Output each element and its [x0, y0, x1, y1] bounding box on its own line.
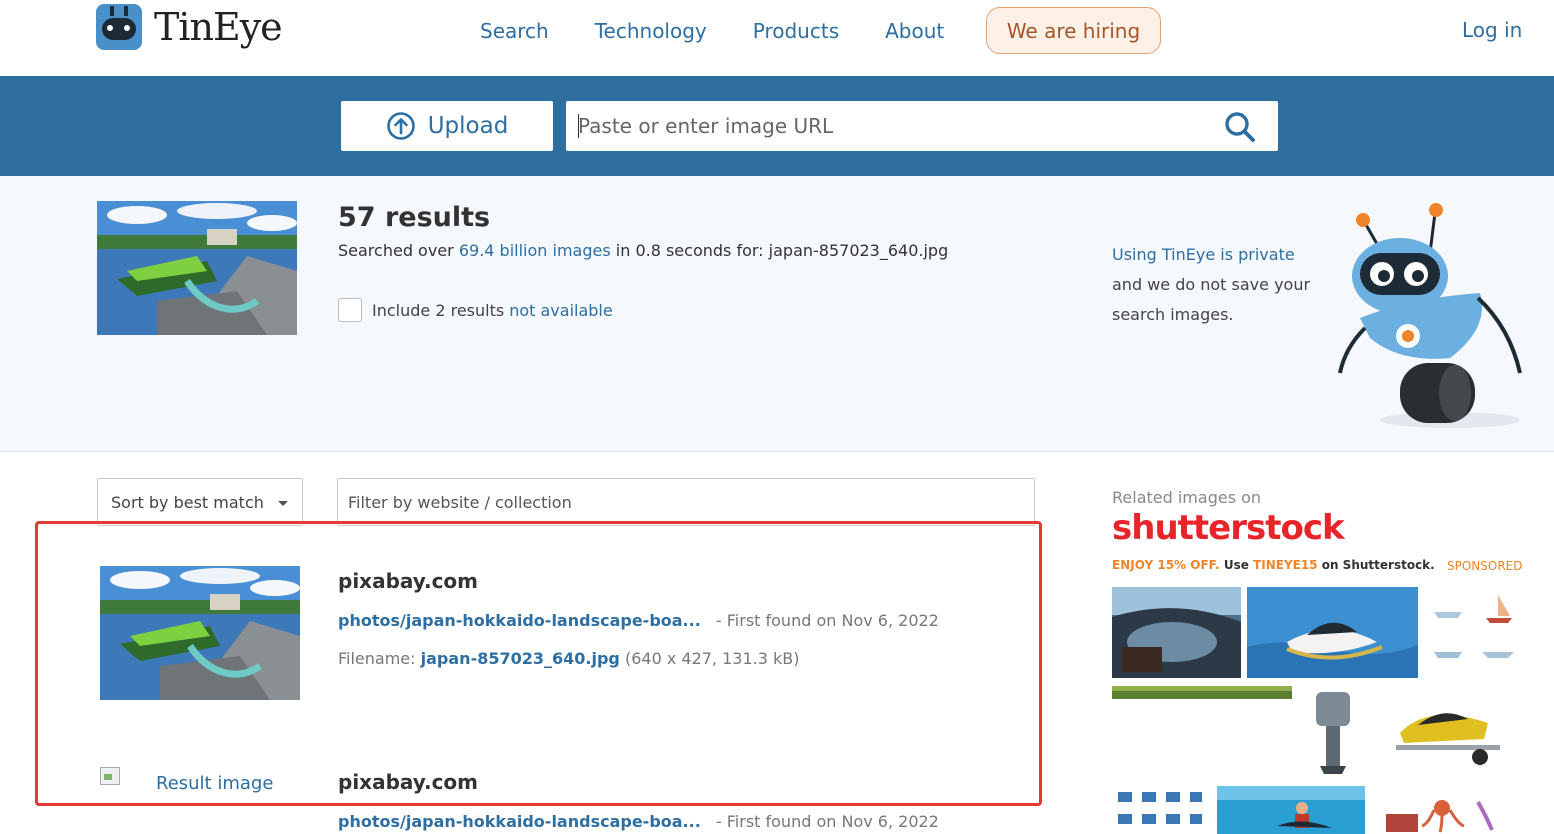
jet-ski-trailer-image — [1388, 693, 1504, 769]
search-icon[interactable] — [1224, 111, 1256, 143]
result-url-line: photos/japan-hokkaido-landscape-boa... -… — [338, 611, 939, 630]
main-nav: Search Technology Products About — [480, 18, 990, 44]
nav-technology[interactable]: Technology — [595, 18, 707, 44]
sponsored-image[interactable] — [1112, 685, 1292, 699]
marine-life-image — [1382, 796, 1504, 834]
robot-logo-icon — [96, 4, 142, 50]
result-domain[interactable]: pixabay.com — [338, 770, 478, 794]
related-images-label: Related images on — [1112, 488, 1262, 507]
sponsored-image[interactable] — [1247, 587, 1418, 678]
result-url-line: photos/japan-hokkaido-landscape-boa... -… — [338, 812, 939, 831]
result-item: Result image pixabay.com photos/japan-ho… — [100, 767, 1040, 834]
boat-dock-thumbnail — [100, 566, 300, 700]
sponsored-image[interactable] — [1428, 590, 1522, 668]
tineye-logo[interactable]: TinEye — [96, 4, 283, 50]
brand-name: TinEye — [154, 5, 283, 49]
result-image-alt: Result image — [156, 773, 274, 794]
shoreline-image — [1112, 686, 1292, 699]
query-filename: japan-857023_640.jpg — [768, 241, 949, 260]
image-url-input[interactable] — [578, 101, 1218, 151]
privacy-notice: Using TinEye is private and we do not sa… — [1112, 240, 1322, 330]
hiring-button[interactable]: We are hiring — [986, 7, 1161, 54]
privacy-link[interactable]: Using TinEye is private — [1112, 240, 1322, 270]
include-unavailable-checkbox[interactable] — [338, 298, 362, 322]
boat-dock-thumbnail — [97, 201, 297, 335]
outboard-motor-image — [1306, 688, 1358, 776]
sponsored-image[interactable] — [1388, 693, 1504, 769]
shutterstock-logo[interactable]: shutterstock — [1112, 508, 1345, 548]
top-navigation-bar: TinEye Search Technology Products About … — [0, 0, 1554, 76]
searched-info: Searched over 69.4 billion images in 0.8… — [338, 241, 949, 260]
robot-mascot-icon — [1338, 203, 1522, 428]
file-meta: (640 x 427, 131.3 kB) — [624, 649, 800, 668]
upload-button[interactable]: Upload — [341, 101, 553, 151]
billion-images-link[interactable]: 69.4 billion images — [459, 241, 611, 260]
nav-products[interactable]: Products — [753, 18, 839, 44]
chevron-down-icon — [278, 501, 288, 506]
result-path-link[interactable]: photos/japan-hokkaido-landscape-boa... — [338, 611, 701, 630]
sponsored-image[interactable] — [1217, 786, 1365, 834]
search-summary: 57 results Searched over 69.4 billion im… — [0, 176, 1554, 452]
login-link[interactable]: Log in — [1462, 18, 1522, 42]
broken-image-icon — [100, 767, 120, 785]
result-filename-line: Filename: japan-857023_640.jpg (640 x 42… — [338, 649, 800, 668]
query-image[interactable] — [97, 201, 297, 335]
result-domain[interactable]: pixabay.com — [338, 569, 478, 593]
sponsored-image[interactable] — [1306, 688, 1358, 776]
result-item: pixabay.com photos/japan-hokkaido-landsc… — [100, 566, 1040, 736]
promo-text: ENJOY 15% OFF. Use TINEYE15 on Shutterst… — [1112, 558, 1435, 572]
nav-about[interactable]: About — [885, 18, 944, 44]
sponsored-image[interactable] — [1112, 788, 1206, 834]
nav-search[interactable]: Search — [480, 18, 549, 44]
results-count: 57 results — [338, 202, 491, 233]
first-found-date: - First found on Nov 6, 2022 — [715, 611, 939, 630]
sort-dropdown[interactable]: Sort by best match — [97, 478, 303, 526]
sponsored-image[interactable] — [1382, 796, 1504, 834]
include-unavailable-row: Include 2 results not available — [338, 298, 613, 322]
url-search-box — [566, 101, 1278, 151]
result-thumbnail[interactable] — [100, 566, 300, 700]
watercraft-icons-image — [1112, 788, 1206, 834]
search-band: Upload — [0, 76, 1554, 176]
jet-ski-rider-image — [1217, 786, 1365, 834]
jet-ski-image — [1247, 587, 1418, 678]
result-thumbnail[interactable]: Result image — [100, 767, 273, 794]
not-available-link[interactable]: not available — [509, 301, 613, 320]
sponsored-label: SPONSORED — [1447, 559, 1523, 573]
boat-interior-image — [1112, 587, 1241, 678]
sponsored-image[interactable] — [1112, 587, 1241, 678]
filter-website-input[interactable] — [338, 479, 1034, 525]
filter-box — [337, 478, 1035, 526]
upload-label: Upload — [427, 113, 509, 139]
boat-icons-image — [1428, 590, 1522, 668]
result-path-link[interactable]: photos/japan-hokkaido-landscape-boa... — [338, 812, 701, 831]
first-found-date: - First found on Nov 6, 2022 — [715, 812, 939, 831]
upload-arrow-icon — [386, 112, 415, 140]
result-filename-link[interactable]: japan-857023_640.jpg — [421, 649, 620, 668]
sort-label: Sort by best match — [111, 492, 264, 512]
